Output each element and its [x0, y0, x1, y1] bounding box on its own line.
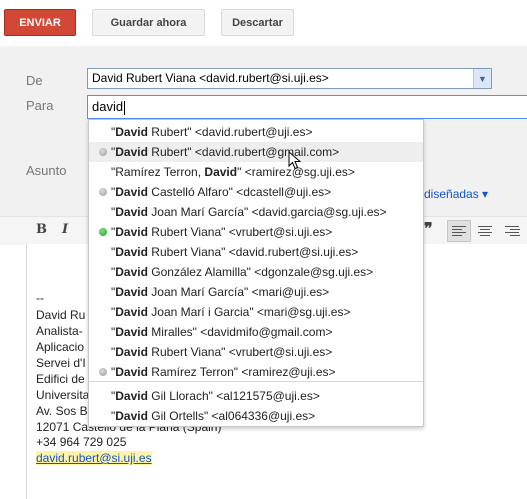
send-button[interactable]: ENVIAR [4, 9, 76, 36]
align-center-icon[interactable] [473, 220, 497, 242]
suggestion-match: David [115, 325, 148, 339]
suggestion-item[interactable]: "David Rubert" <david.rubert@gmail.com> [89, 142, 423, 162]
suggestion-match: David [115, 409, 148, 423]
suggestion-rest: Ramírez Terron" <ramirez@uji.es> [147, 365, 336, 379]
suggestion-rest: Joan Marí i Garcia" <mari@sg.uji.es> [147, 305, 351, 319]
suggestion-rest: Rubert Viana" <david.rubert@si.uji.es> [147, 245, 359, 259]
signature-email-link[interactable]: david.rubert@si.uji.es [36, 451, 152, 465]
to-input[interactable]: david [87, 95, 527, 119]
discard-button[interactable]: Descartar [221, 9, 294, 36]
suggestion-item[interactable]: "David Joan Marí García" <mari@uji.es> [89, 282, 423, 302]
bold-icon[interactable]: B [36, 222, 47, 237]
suggestion-item[interactable]: "David Miralles" <davidmifo@gmail.com> [89, 322, 423, 342]
suggestion-rest: Joan Marí García" <mari@uji.es> [147, 285, 330, 299]
to-label: Para [26, 98, 54, 113]
subject-label: Asunto [26, 163, 67, 178]
suggestion-item[interactable]: "David Castelló Alfaro" <dcastell@uji.es… [89, 182, 423, 202]
signature-line: Analista- [36, 324, 83, 338]
mouse-pointer-icon [288, 151, 302, 170]
suggestion-match: David [115, 285, 148, 299]
suggestion-match: David [115, 125, 148, 139]
suggestion-match: David [115, 205, 148, 219]
suggestion-match: David [115, 265, 148, 279]
suggestion-rest: Miralles" <davidmifo@gmail.com> [147, 325, 333, 339]
suggestion-item[interactable]: "David Gil Llorach" <al121575@uji.es> [89, 386, 423, 406]
suggestion-item[interactable]: "Ramírez Terron, David" <ramirez@sg.uji.… [89, 162, 423, 182]
autocomplete-dropdown: "David Rubert" <david.rubert@uji.es> "Dav… [88, 119, 424, 427]
save-now-button[interactable]: Guardar ahora [92, 9, 205, 36]
suggestion-rest: Gil Ortells" <al064336@uji.es> [147, 409, 316, 423]
align-left-icon[interactable] [447, 220, 471, 242]
suggestion-item[interactable]: "David Ramírez Terron" <ramirez@uji.es> [89, 362, 423, 382]
signature-line: Edifici de [36, 372, 85, 386]
signature-phone: +34 964 729 025 [36, 435, 127, 449]
rich-formatting-link[interactable]: diseñadas ▾ [424, 187, 488, 201]
suggestion-match: David [115, 389, 148, 403]
suggestion-rest: González Alamilla" <dgonzale@sg.uji.es> [147, 265, 374, 279]
suggestion-match: David [115, 145, 148, 159]
signature-line: Servei d'I [36, 356, 86, 370]
suggestion-item[interactable]: "David Rubert Viana" <vrubert@si.uji.es> [89, 342, 423, 362]
suggestion-rest: Gil Llorach" <al121575@uji.es> [147, 389, 320, 403]
signature-line: Aplicacio [36, 340, 85, 354]
to-value: david [92, 99, 124, 114]
suggestion-item[interactable]: "David Joan Marí i Garcia" <mari@sg.uji.… [89, 302, 423, 322]
suggestion-item[interactable]: "David Rubert Viana" <vrubert@si.uji.es> [89, 222, 423, 242]
signature-line: Universita [36, 388, 90, 402]
suggestion-rest: Rubert Viana" <vrubert@si.uji.es> [147, 225, 333, 239]
presence-online-icon [99, 228, 107, 236]
suggestion-item[interactable]: "David Joan Marí García" <david.garcia@s… [89, 202, 423, 222]
compose-toolbar: ENVIAR Guardar ahora Descartar [0, 0, 527, 46]
suggestion-rest: Joan Marí García" <david.garcia@sg.uji.e… [147, 205, 387, 219]
chevron-down-icon[interactable]: ▼ [473, 69, 491, 88]
from-label: De [26, 73, 43, 88]
align-right-icon[interactable] [500, 220, 524, 242]
suggestion-prefix: "Ramírez Terron, [111, 165, 205, 179]
suggestion-item[interactable]: "David Rubert" <david.rubert@uji.es> [89, 122, 423, 142]
suggestion-item[interactable]: "David Rubert Viana" <david.rubert@si.uj… [89, 242, 423, 262]
signature-dash: -- [36, 291, 44, 305]
from-select[interactable]: David Rubert Viana <david.rubert@si.uji.… [87, 68, 492, 89]
suggestion-match: David [204, 165, 238, 179]
signature-line: David Ru [36, 308, 86, 322]
presence-idle-icon [99, 368, 107, 376]
suggestion-rest: Rubert" <david.rubert@gmail.com> [147, 145, 340, 159]
from-value: David Rubert Viana <david.rubert@si.uji.… [92, 71, 329, 85]
suggestion-match: David [115, 365, 148, 379]
suggestion-match: David [115, 185, 148, 199]
italic-icon[interactable]: I [62, 222, 68, 237]
quote-icon[interactable]: ❞ [424, 219, 433, 239]
suggestion-rest: Rubert Viana" <vrubert@si.uji.es> [147, 345, 333, 359]
suggestion-match: David [115, 305, 148, 319]
suggestion-match: David [115, 245, 148, 259]
suggestion-match: David [115, 225, 148, 239]
presence-idle-icon [99, 188, 107, 196]
text-caret [124, 100, 126, 115]
suggestion-item[interactable]: "David González Alamilla" <dgonzale@sg.u… [89, 262, 423, 282]
suggestion-rest: Castelló Alfaro" <dcastell@uji.es> [147, 185, 332, 199]
signature-line: Av. Sos B [36, 404, 88, 418]
presence-idle-icon [99, 148, 107, 156]
suggestion-rest: Rubert" <david.rubert@uji.es> [147, 125, 313, 139]
suggestion-match: David [115, 345, 148, 359]
suggestion-item[interactable]: "David Gil Ortells" <al064336@uji.es> [89, 406, 423, 426]
